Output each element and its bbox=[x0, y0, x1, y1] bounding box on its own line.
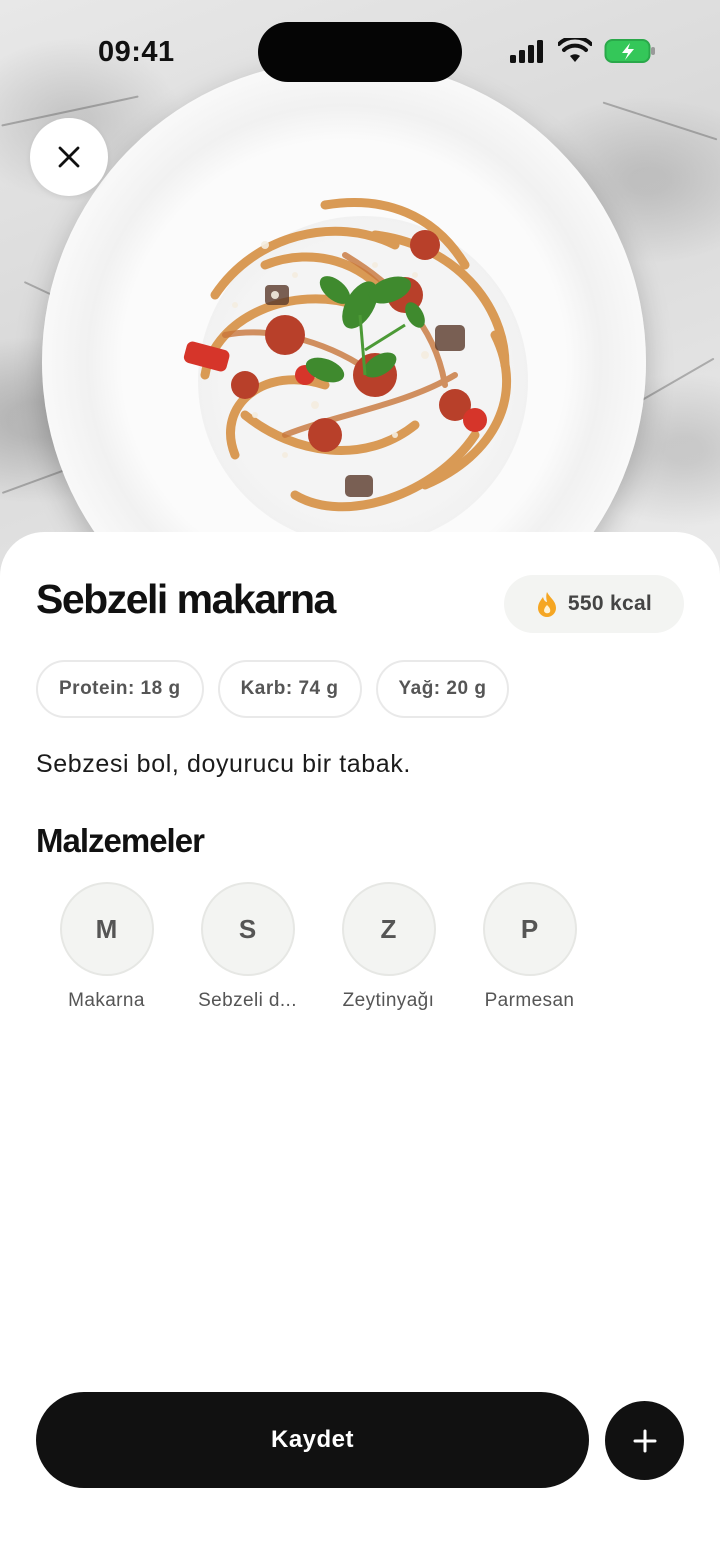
battery-charging-icon bbox=[604, 39, 655, 63]
save-button[interactable]: Kaydet bbox=[36, 1392, 589, 1488]
ingredient-avatar: Z bbox=[341, 882, 436, 976]
ingredients-title: Malzemeler bbox=[36, 822, 205, 859]
dynamic-island bbox=[258, 22, 462, 82]
wifi-icon bbox=[558, 38, 592, 62]
ingredients-list: M Makarna S Sebzeli d... Z Zeytinyağı P … bbox=[36, 882, 600, 1012]
dish-title: Sebzeli makarna bbox=[36, 576, 336, 622]
add-button[interactable] bbox=[605, 1401, 684, 1480]
close-button[interactable] bbox=[30, 118, 108, 196]
status-icons bbox=[508, 38, 656, 64]
dish-photo: 09:41 bbox=[0, 0, 720, 600]
ingredient-name: Makarna bbox=[68, 990, 145, 1011]
dish-description: Sebzesi bol, doyurucu bir tabak. bbox=[36, 750, 411, 778]
ingredient-name: Sebzeli d... bbox=[198, 990, 297, 1011]
ingredient-item[interactable]: Z Zeytinyağı bbox=[318, 882, 459, 1012]
status-time: 09:41 bbox=[98, 36, 175, 68]
macro-chip-fat: Yağ: 20 g bbox=[375, 660, 510, 718]
macro-chip-carb: Karb: 74 g bbox=[217, 660, 362, 718]
plus-icon bbox=[633, 1429, 656, 1452]
macro-chip-protein: Protein: 18 g bbox=[36, 660, 204, 718]
ingredient-item[interactable]: M Makarna bbox=[36, 882, 177, 1012]
pasta-dish-illustration bbox=[183, 198, 512, 512]
flame-icon bbox=[537, 592, 556, 617]
ingredient-avatar: P bbox=[482, 882, 577, 976]
macro-chips: Protein: 18 g Karb: 74 g Yağ: 20 g bbox=[36, 660, 510, 718]
signal-icon bbox=[510, 40, 543, 63]
ingredient-name: Zeytinyağı bbox=[342, 990, 435, 1011]
calorie-value: 550 kcal bbox=[567, 592, 653, 615]
ingredient-name: Parmesan bbox=[484, 990, 575, 1011]
ingredient-avatar: S bbox=[200, 882, 295, 976]
calorie-badge: 550 kcal bbox=[504, 575, 684, 633]
close-icon bbox=[58, 146, 80, 168]
ingredient-item[interactable]: S Sebzeli d... bbox=[177, 882, 318, 1012]
detail-sheet: Sebzeli makarna 550 kcal Protein: 18 g K… bbox=[0, 532, 720, 1564]
ingredient-item[interactable]: P Parmesan bbox=[459, 882, 600, 1012]
ingredient-avatar: M bbox=[59, 882, 154, 976]
